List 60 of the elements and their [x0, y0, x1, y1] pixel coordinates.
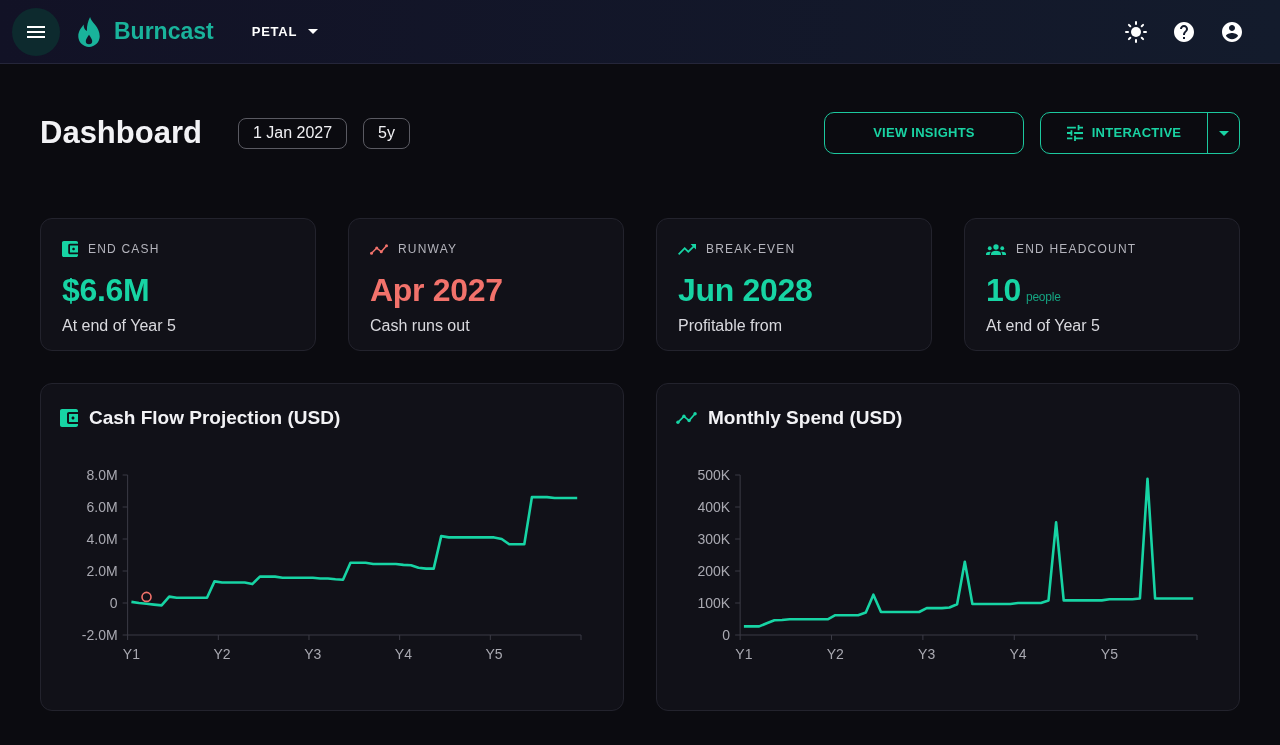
- caret-icon: [1218, 130, 1229, 136]
- people-icon: [986, 243, 1006, 255]
- metric-caption: At end of Year 5: [62, 316, 177, 336]
- chart-title: Cash Flow Projection (USD): [89, 405, 341, 430]
- account-icon: [1222, 21, 1242, 42]
- metric-label: END HEADCOUNT: [1016, 241, 1137, 257]
- metric-label: END CASH: [88, 241, 160, 257]
- metric-value: Jun 2028: [678, 271, 813, 310]
- axis-label: Y2: [213, 646, 231, 662]
- sliders-icon: [1066, 125, 1083, 141]
- brand-name: Burncast: [114, 17, 214, 47]
- axis-label: Y3: [304, 646, 322, 662]
- menu-button[interactable]: [12, 7, 60, 56]
- axis-label: Y4: [1009, 646, 1027, 662]
- wallet-icon: [60, 408, 78, 427]
- axis-label: -2.0M: [81, 627, 118, 643]
- axis-label: 0: [109, 595, 118, 611]
- page-title: Dashboard: [40, 113, 202, 152]
- view-insights-button[interactable]: VIEW INSIGHTS: [824, 112, 1024, 154]
- metric-value: $6.6M: [62, 271, 150, 310]
- metric-label: BREAK-EVEN: [706, 241, 796, 257]
- trending-up-icon: [678, 243, 696, 255]
- axis-label: 100K: [697, 595, 731, 611]
- filter-chip[interactable]: 5y: [363, 117, 410, 149]
- metric-value: Apr 2027: [370, 271, 503, 310]
- project-dropdown[interactable]: PETAL: [251, 21, 319, 42]
- line-chart-icon: [370, 243, 388, 255]
- flame-logo-icon: [78, 16, 100, 47]
- axis-label: Y4: [394, 646, 412, 662]
- axis-label: Y3: [918, 646, 936, 662]
- metric-caption: Profitable from: [678, 316, 784, 336]
- axis-label: Y1: [735, 646, 753, 662]
- axis-label: 0: [722, 627, 731, 643]
- axis-label: 300K: [697, 531, 731, 547]
- marker-icon: [141, 591, 152, 603]
- menu-icon: [27, 25, 45, 38]
- metric-value: 10: [986, 271, 1021, 310]
- sun-icon: [1125, 20, 1147, 43]
- wallet-icon: [62, 241, 78, 257]
- metric-caption: At end of Year 5: [986, 316, 1101, 336]
- interactive-mode-button[interactable]: INTERACTIVE: [1041, 113, 1207, 153]
- line-chart-icon: [676, 411, 697, 424]
- filter-chip[interactable]: 1 Jan 2027: [237, 117, 348, 149]
- axis-label: Y2: [826, 646, 844, 662]
- help-icon: [1174, 21, 1194, 42]
- axis-label: 8.0M: [86, 467, 118, 483]
- caret-icon: [308, 29, 319, 34]
- chart-title: Monthly Spend (USD): [708, 405, 903, 430]
- axis-label: Y5: [485, 646, 503, 662]
- axis-label: 2.0M: [86, 563, 118, 579]
- axis-label: Y5: [1100, 646, 1118, 662]
- metric-caption: Cash runs out: [370, 316, 471, 336]
- axis-label: 500K: [697, 467, 731, 483]
- metric-unit: people: [1025, 289, 1061, 306]
- axis-label: 400K: [697, 499, 731, 515]
- axis-label: 4.0M: [86, 531, 118, 547]
- axis-label: 200K: [697, 563, 731, 579]
- axis-label: 6.0M: [86, 499, 118, 515]
- axis-label: Y1: [122, 646, 140, 662]
- metric-label: RUNWAY: [398, 241, 458, 257]
